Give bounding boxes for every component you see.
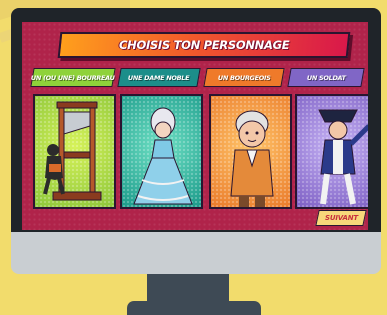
tab-soldier-label: UN SOLDAT: [306, 73, 346, 82]
executioner-guillotine-icon: [43, 101, 102, 201]
tab-bourgeois[interactable]: UN BOURGEOIS: [203, 68, 285, 87]
tab-soldier[interactable]: UN SOLDAT: [287, 68, 365, 87]
soldier-icon: [318, 109, 368, 205]
tab-noble-lady[interactable]: UNE DAME NOBLE: [117, 68, 201, 87]
tab-noble-lady-label: UNE DAME NOBLE: [128, 73, 190, 82]
character-card-executioner[interactable]: [33, 94, 116, 209]
character-card-soldier[interactable]: [295, 94, 368, 209]
bourgeois-man-icon: [230, 110, 274, 207]
monitor-stand-foot: [127, 301, 261, 315]
tab-executioner[interactable]: UN (OU UNE) BOURREAU: [30, 68, 116, 87]
tab-executioner-label: UN (OU UNE) BOURREAU: [31, 73, 115, 82]
tab-bourgeois-label: UN BOURGEOIS: [217, 73, 271, 82]
title-banner: CHOISIS TON PERSONNAGE: [57, 32, 351, 58]
game-screen: CHOISIS TON PERSONNAGE UN (OU UNE) BOURR…: [22, 22, 368, 230]
next-button[interactable]: SUIVANT: [315, 210, 367, 226]
noble-lady-icon: [133, 107, 193, 205]
monitor-chin: [11, 232, 381, 274]
character-card-bourgeois[interactable]: [209, 94, 292, 209]
character-card-noble-lady[interactable]: [120, 94, 203, 209]
next-button-label: SUIVANT: [324, 214, 358, 222]
page-title: CHOISIS TON PERSONNAGE: [118, 38, 290, 52]
